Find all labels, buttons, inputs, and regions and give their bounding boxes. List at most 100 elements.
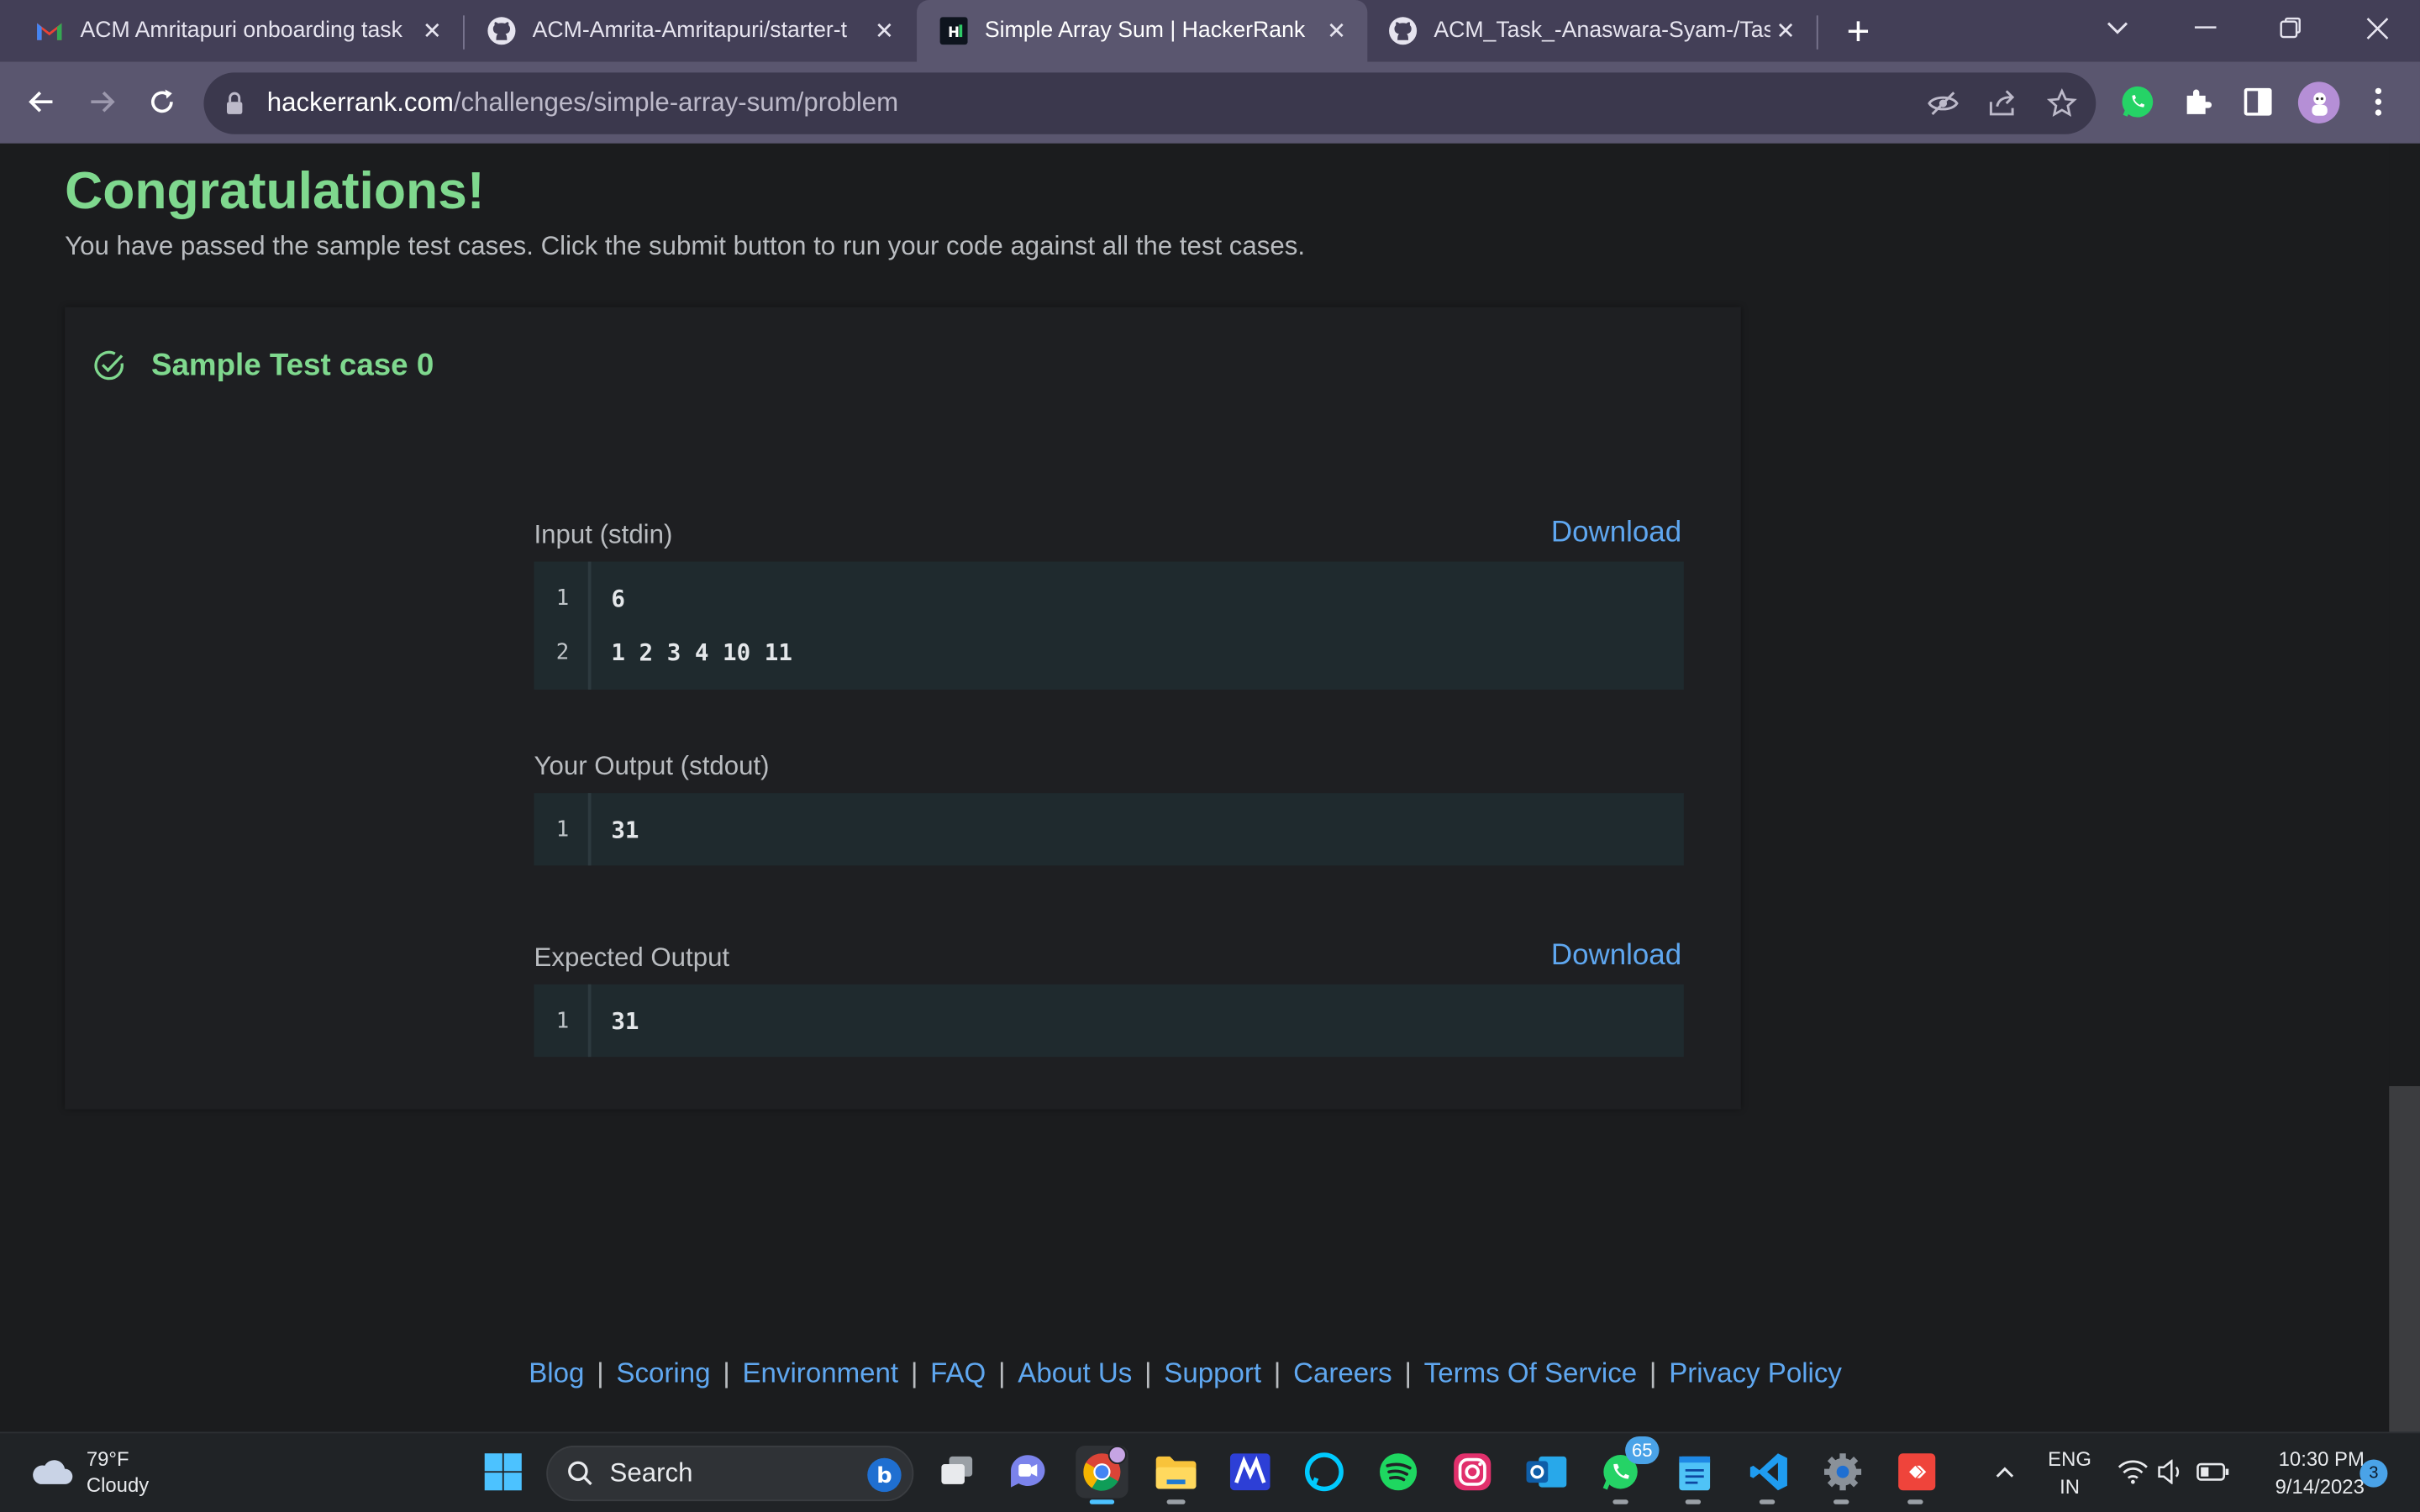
check-circle-icon xyxy=(94,350,124,381)
expected-output-label: Expected Output xyxy=(534,942,730,973)
minimize-button[interactable] xyxy=(2167,0,2244,55)
output-code-block: 1 31 xyxy=(534,793,1684,866)
whatsapp-extension-icon[interactable] xyxy=(2118,81,2158,122)
task-view-icon[interactable] xyxy=(931,1446,983,1498)
new-tab-button[interactable]: + xyxy=(1837,9,1880,52)
spotify-icon[interactable] xyxy=(1372,1446,1424,1498)
tracking-protection-icon[interactable] xyxy=(1926,87,1960,120)
clock[interactable]: 10:30 PM 9/14/2023 xyxy=(2241,1446,2365,1501)
cloud-icon xyxy=(33,1460,73,1484)
svg-text:b: b xyxy=(876,1463,892,1488)
close-tab-icon[interactable]: ✕ xyxy=(1321,15,1352,46)
file-explorer-icon[interactable] xyxy=(1150,1446,1202,1498)
tab-github-starter[interactable]: ACM-Amrita-Amritapuri/starter-t ✕ xyxy=(468,0,916,61)
chrome-icon[interactable] xyxy=(1076,1446,1128,1499)
tab-hackerrank[interactable]: H Simple Array Sum | HackerRank ✕ xyxy=(917,0,1368,62)
teams-chat-icon[interactable] xyxy=(1002,1446,1054,1498)
footer-link-support[interactable]: Support xyxy=(1164,1357,1261,1389)
url-text[interactable]: hackerrank.com/challenges/simple-array-s… xyxy=(267,88,898,119)
reload-button[interactable] xyxy=(140,81,183,123)
footer-separator: | xyxy=(597,1357,604,1389)
weather-temperature: 79°F xyxy=(86,1446,129,1471)
tab-gmail[interactable]: ACM Amritapuri onboarding task ✕ xyxy=(0,0,463,61)
address-bar[interactable]: hackerrank.com/challenges/simple-array-s… xyxy=(203,72,2096,134)
language-code: ENG xyxy=(2048,1446,2091,1471)
close-window-button[interactable] xyxy=(2338,0,2416,55)
code-line: 1 2 3 4 10 11 xyxy=(611,638,792,667)
github-icon xyxy=(487,15,518,46)
clock-time: 10:30 PM xyxy=(2278,1446,2365,1471)
restore-button[interactable] xyxy=(2252,0,2329,55)
msty-app-icon[interactable] xyxy=(1224,1446,1276,1498)
whatsapp-app-icon[interactable]: 65 xyxy=(1594,1436,1660,1498)
forward-button[interactable] xyxy=(81,81,124,123)
side-panel-icon[interactable] xyxy=(2238,81,2278,122)
anydesk-icon[interactable] xyxy=(1891,1446,1943,1498)
lock-icon[interactable] xyxy=(225,91,244,123)
weather-widget[interactable]: 79°F Cloudy xyxy=(28,1446,149,1498)
footer-link-environment[interactable]: Environment xyxy=(742,1357,898,1389)
footer-link-blog[interactable]: Blog xyxy=(529,1357,584,1389)
volume-icon[interactable] xyxy=(2153,1446,2190,1498)
line-number: 1 xyxy=(555,585,570,612)
tab-search-icon[interactable] xyxy=(2079,0,2156,55)
close-tab-icon[interactable]: ✕ xyxy=(1770,15,1802,46)
footer-link-scoring[interactable]: Scoring xyxy=(616,1357,710,1389)
battery-icon[interactable] xyxy=(2193,1446,2233,1498)
footer-separator: | xyxy=(1273,1357,1281,1389)
github-icon xyxy=(1387,15,1418,46)
test-case-label: Sample Test case 0 xyxy=(150,348,434,382)
bing-icon[interactable]: b xyxy=(865,1457,902,1494)
profile-avatar[interactable] xyxy=(2297,81,2340,123)
running-app-indicator xyxy=(1612,1499,1628,1504)
footer-link-careers[interactable]: Careers xyxy=(1293,1357,1392,1389)
windows-logo-icon xyxy=(484,1453,522,1491)
close-tab-icon[interactable]: ✕ xyxy=(417,15,448,46)
bookmark-star-icon[interactable] xyxy=(2045,87,2079,120)
language-indicator[interactable]: ENG IN xyxy=(2040,1446,2099,1501)
windows-taskbar: 79°F Cloudy Search b 65 ENG IN 10:30 PM … xyxy=(0,1431,2420,1512)
notification-count-badge[interactable]: 3 xyxy=(2360,1459,2388,1488)
footer-link-about-us[interactable]: About Us xyxy=(1018,1357,1132,1389)
footer-link-privacy[interactable]: Privacy Policy xyxy=(1669,1357,1842,1389)
tab-title: Simple Array Sum | HackerRank xyxy=(984,18,1306,44)
code-line: 6 xyxy=(611,585,625,613)
outlook-icon[interactable] xyxy=(1520,1446,1572,1498)
extensions-icon[interactable] xyxy=(2178,81,2218,122)
close-tab-icon[interactable]: ✕ xyxy=(869,15,900,46)
show-hidden-icons-chevron-icon[interactable] xyxy=(1981,1446,2028,1498)
instagram-icon[interactable] xyxy=(1446,1446,1498,1498)
tab-title: ACM-Amrita-Amritapuri/starter-t xyxy=(532,18,848,44)
running-app-indicator xyxy=(1907,1499,1923,1504)
gmail-icon xyxy=(34,15,65,46)
expected-code-block: 1 31 xyxy=(534,984,1684,1058)
vscode-icon[interactable] xyxy=(1743,1446,1795,1498)
share-icon[interactable] xyxy=(1986,87,2020,120)
scrollbar-thumb[interactable] xyxy=(2389,1086,2420,1432)
tab-divider xyxy=(463,15,465,50)
settings-gear-icon[interactable] xyxy=(1817,1446,1869,1498)
more-menu-icon[interactable] xyxy=(2359,81,2399,122)
input-label: Input (stdin) xyxy=(534,519,673,549)
tab-title: ACM Amritapuri onboarding task xyxy=(80,18,402,44)
tab-divider xyxy=(1816,15,1818,50)
url-host: hackerrank.com xyxy=(266,87,454,118)
whatsapp-unread-badge: 65 xyxy=(1625,1436,1660,1465)
code-line: 31 xyxy=(611,1007,639,1036)
download-expected-link[interactable]: Download xyxy=(1551,940,1681,974)
test-case-tab[interactable]: Sample Test case 0 xyxy=(65,328,469,402)
footer-separator: | xyxy=(910,1357,918,1389)
wifi-icon[interactable] xyxy=(2114,1446,2151,1498)
alexa-icon[interactable] xyxy=(1298,1446,1350,1498)
start-button[interactable] xyxy=(477,1446,529,1498)
page-content: Congratulations! You have passed the sam… xyxy=(0,143,2390,1432)
notepad-icon[interactable] xyxy=(1669,1446,1721,1498)
tab-github-task[interactable]: ACM_Task_-Anaswara-Syam-/Task ✕ xyxy=(1369,0,1817,61)
download-input-link[interactable]: Download xyxy=(1551,517,1681,550)
back-button[interactable] xyxy=(20,81,63,123)
clock-date: 9/14/2023 xyxy=(2275,1474,2365,1499)
footer-link-faq[interactable]: FAQ xyxy=(930,1357,986,1389)
taskbar-search[interactable]: Search b xyxy=(546,1446,914,1502)
footer-link-terms[interactable]: Terms Of Service xyxy=(1424,1357,1638,1389)
running-app-indicator xyxy=(1759,1499,1776,1504)
